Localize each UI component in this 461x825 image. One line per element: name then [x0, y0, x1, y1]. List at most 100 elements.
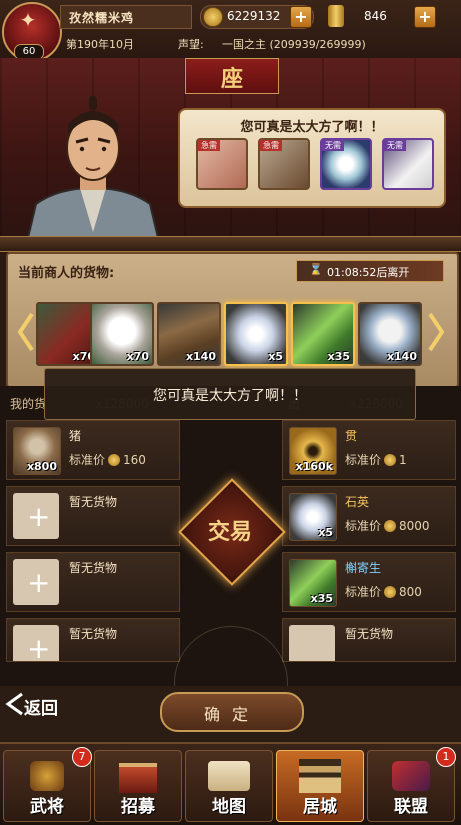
row-goods-name: 槲寄生 [345, 561, 382, 575]
notification-badge: 1 [436, 747, 456, 767]
offer-spiral-cake-icon[interactable]: 无需 [320, 138, 372, 190]
row-qty: x160k [295, 460, 333, 473]
row-qty: x800 [26, 460, 57, 473]
empty-slot-icon: + [13, 493, 59, 539]
goods-qty: x5 [268, 350, 283, 363]
coin-amount: 6229132 [227, 9, 281, 23]
price-value: 8000 [399, 519, 430, 533]
back-button[interactable]: 返回 [4, 690, 74, 719]
nav-tab-recruit[interactable]: 招募 [94, 750, 182, 822]
exchange-label: 交易 [207, 520, 252, 545]
price-value: 1 [399, 453, 407, 467]
back-label: 返回 [24, 699, 58, 719]
goods-slot-grass-bundle[interactable]: x35 [291, 302, 355, 366]
row-empty-label: 暂无货物 [69, 627, 118, 641]
my-goods-row-empty[interactable]: + 暂无货物 [6, 552, 180, 612]
goods-slot-wood[interactable]: x140 [157, 302, 221, 366]
departure-timer: ⌛ 01:08:52后离开 [296, 260, 444, 282]
back-arrow-icon [5, 692, 23, 716]
merchant-speech-text: 您可真是太大方了啊！！ [240, 120, 384, 135]
player-name: 孜然糯米鸡 [69, 11, 135, 25]
goods-slot-crystal[interactable]: x5 [224, 302, 288, 366]
row-goods-name: 石英 [345, 495, 370, 509]
crystal-icon: x5 [289, 493, 337, 541]
price-label: 标准价 [345, 519, 382, 533]
their-goods-row-empty[interactable]: 暂无货物 [282, 618, 456, 662]
goods-slot-sheep[interactable]: x70 [90, 302, 154, 366]
scroll-right-arrow-icon[interactable] [428, 312, 444, 352]
row-empty-label: 暂无货物 [69, 495, 118, 509]
row-qty: x5 [318, 526, 333, 539]
empty-slot-icon: + [13, 625, 59, 661]
scroll-left-arrow-icon[interactable] [18, 312, 34, 352]
grass-bundle-icon: x35 [289, 559, 337, 607]
price-value: 160 [123, 453, 146, 467]
my-goods-row-boar[interactable]: x800 猪 标准价 160 [6, 420, 180, 480]
date-fame-bar: 第190年10月 声望: 一国之主 (209939/269999) [60, 33, 458, 51]
clan-crest-icon: ✦ [19, 8, 37, 32]
row-empty-label: 暂无货物 [69, 561, 118, 575]
banner-stand-icon [119, 763, 157, 793]
row-price: 标准价 8000 [345, 517, 430, 534]
goods-title: 当前商人的货物: [18, 266, 115, 281]
merchant-portrait [26, 96, 160, 238]
row-price: 标准价 160 [69, 451, 146, 468]
notification-badge: 7 [72, 747, 92, 767]
goods-qty: x140 [386, 350, 417, 363]
my-goods-row-empty[interactable]: + 暂无货物 [6, 618, 180, 662]
gold-amount: 846 [364, 9, 387, 23]
goods-slot-sake-bottle[interactable]: x140 [358, 302, 422, 366]
nav-tab-generals[interactable]: 7 武将 [3, 747, 92, 822]
goods-qty: x70 [126, 350, 149, 363]
fame-label: 声望: [178, 38, 204, 51]
helmet-icon [30, 761, 64, 791]
their-goods-row-crystal[interactable]: x5 石英 标准价 8000 [282, 486, 456, 546]
hourglass-icon: ⌛ [309, 263, 323, 276]
goods-qty: x140 [185, 350, 216, 363]
add-gold-button[interactable]: + [414, 6, 436, 28]
hall-banner-text: 座 [220, 67, 243, 92]
departure-timer-text: 01:08:52后离开 [327, 266, 410, 279]
coin-icon [384, 520, 397, 532]
nav-tab-map[interactable]: 地图 [185, 750, 273, 822]
price-label: 标准价 [69, 453, 106, 467]
offer-boar-icon[interactable]: 急需 [258, 138, 310, 190]
player-name-box: 孜然糯米鸡 [60, 5, 192, 29]
my-goods-row-empty[interactable]: + 暂无货物 [6, 486, 180, 546]
offer-meat-icon[interactable]: 急需 [196, 138, 248, 190]
price-label: 标准价 [345, 585, 382, 599]
nav-label: 联盟 [394, 797, 428, 817]
boar-icon: x800 [13, 427, 61, 475]
nav-label: 地图 [212, 797, 246, 817]
row-goods-name: 贯 [345, 429, 358, 443]
row-price: 标准价 1 [345, 451, 407, 468]
confirm-label: 确定 [203, 705, 260, 724]
toast-text: 您可真是太大方了啊！！ [153, 388, 307, 404]
offer-tag: 急需 [198, 140, 220, 151]
goods-qty: x35 [327, 350, 350, 363]
their-goods-row-grass[interactable]: x35 槲寄生 标准价 800 [282, 552, 456, 612]
nav-label: 居城 [303, 797, 337, 817]
coin-icon [203, 7, 223, 27]
scene-divider [0, 236, 461, 252]
row-goods-name: 猪 [69, 429, 82, 443]
their-goods-row-coin[interactable]: x160k 贯 标准价 1 [282, 420, 456, 480]
nav-tab-castle[interactable]: 居城 [276, 750, 364, 822]
row-qty: x35 [310, 592, 333, 605]
gold-bar-icon [328, 5, 344, 27]
add-coins-button[interactable]: + [290, 6, 312, 28]
coin-string-icon: x160k [289, 427, 337, 475]
offer-cloth-icon[interactable]: 无需 [382, 138, 434, 190]
my-goods-label: 我的货 [10, 397, 47, 411]
row-price: 标准价 800 [345, 583, 422, 600]
nav-tab-alliance[interactable]: 1 联盟 [367, 747, 456, 822]
price-label: 标准价 [345, 453, 382, 467]
nav-label: 武将 [30, 797, 64, 817]
fame-value: 一国之主 (209939/269999) [222, 38, 366, 51]
castle-icon [299, 759, 341, 793]
confirm-button[interactable]: 确定 [160, 692, 304, 732]
coin-icon [384, 454, 397, 466]
empty-slot-icon: + [13, 559, 59, 605]
coin-icon [384, 586, 397, 598]
message-toast: 您可真是太大方了啊！！ [44, 368, 416, 420]
